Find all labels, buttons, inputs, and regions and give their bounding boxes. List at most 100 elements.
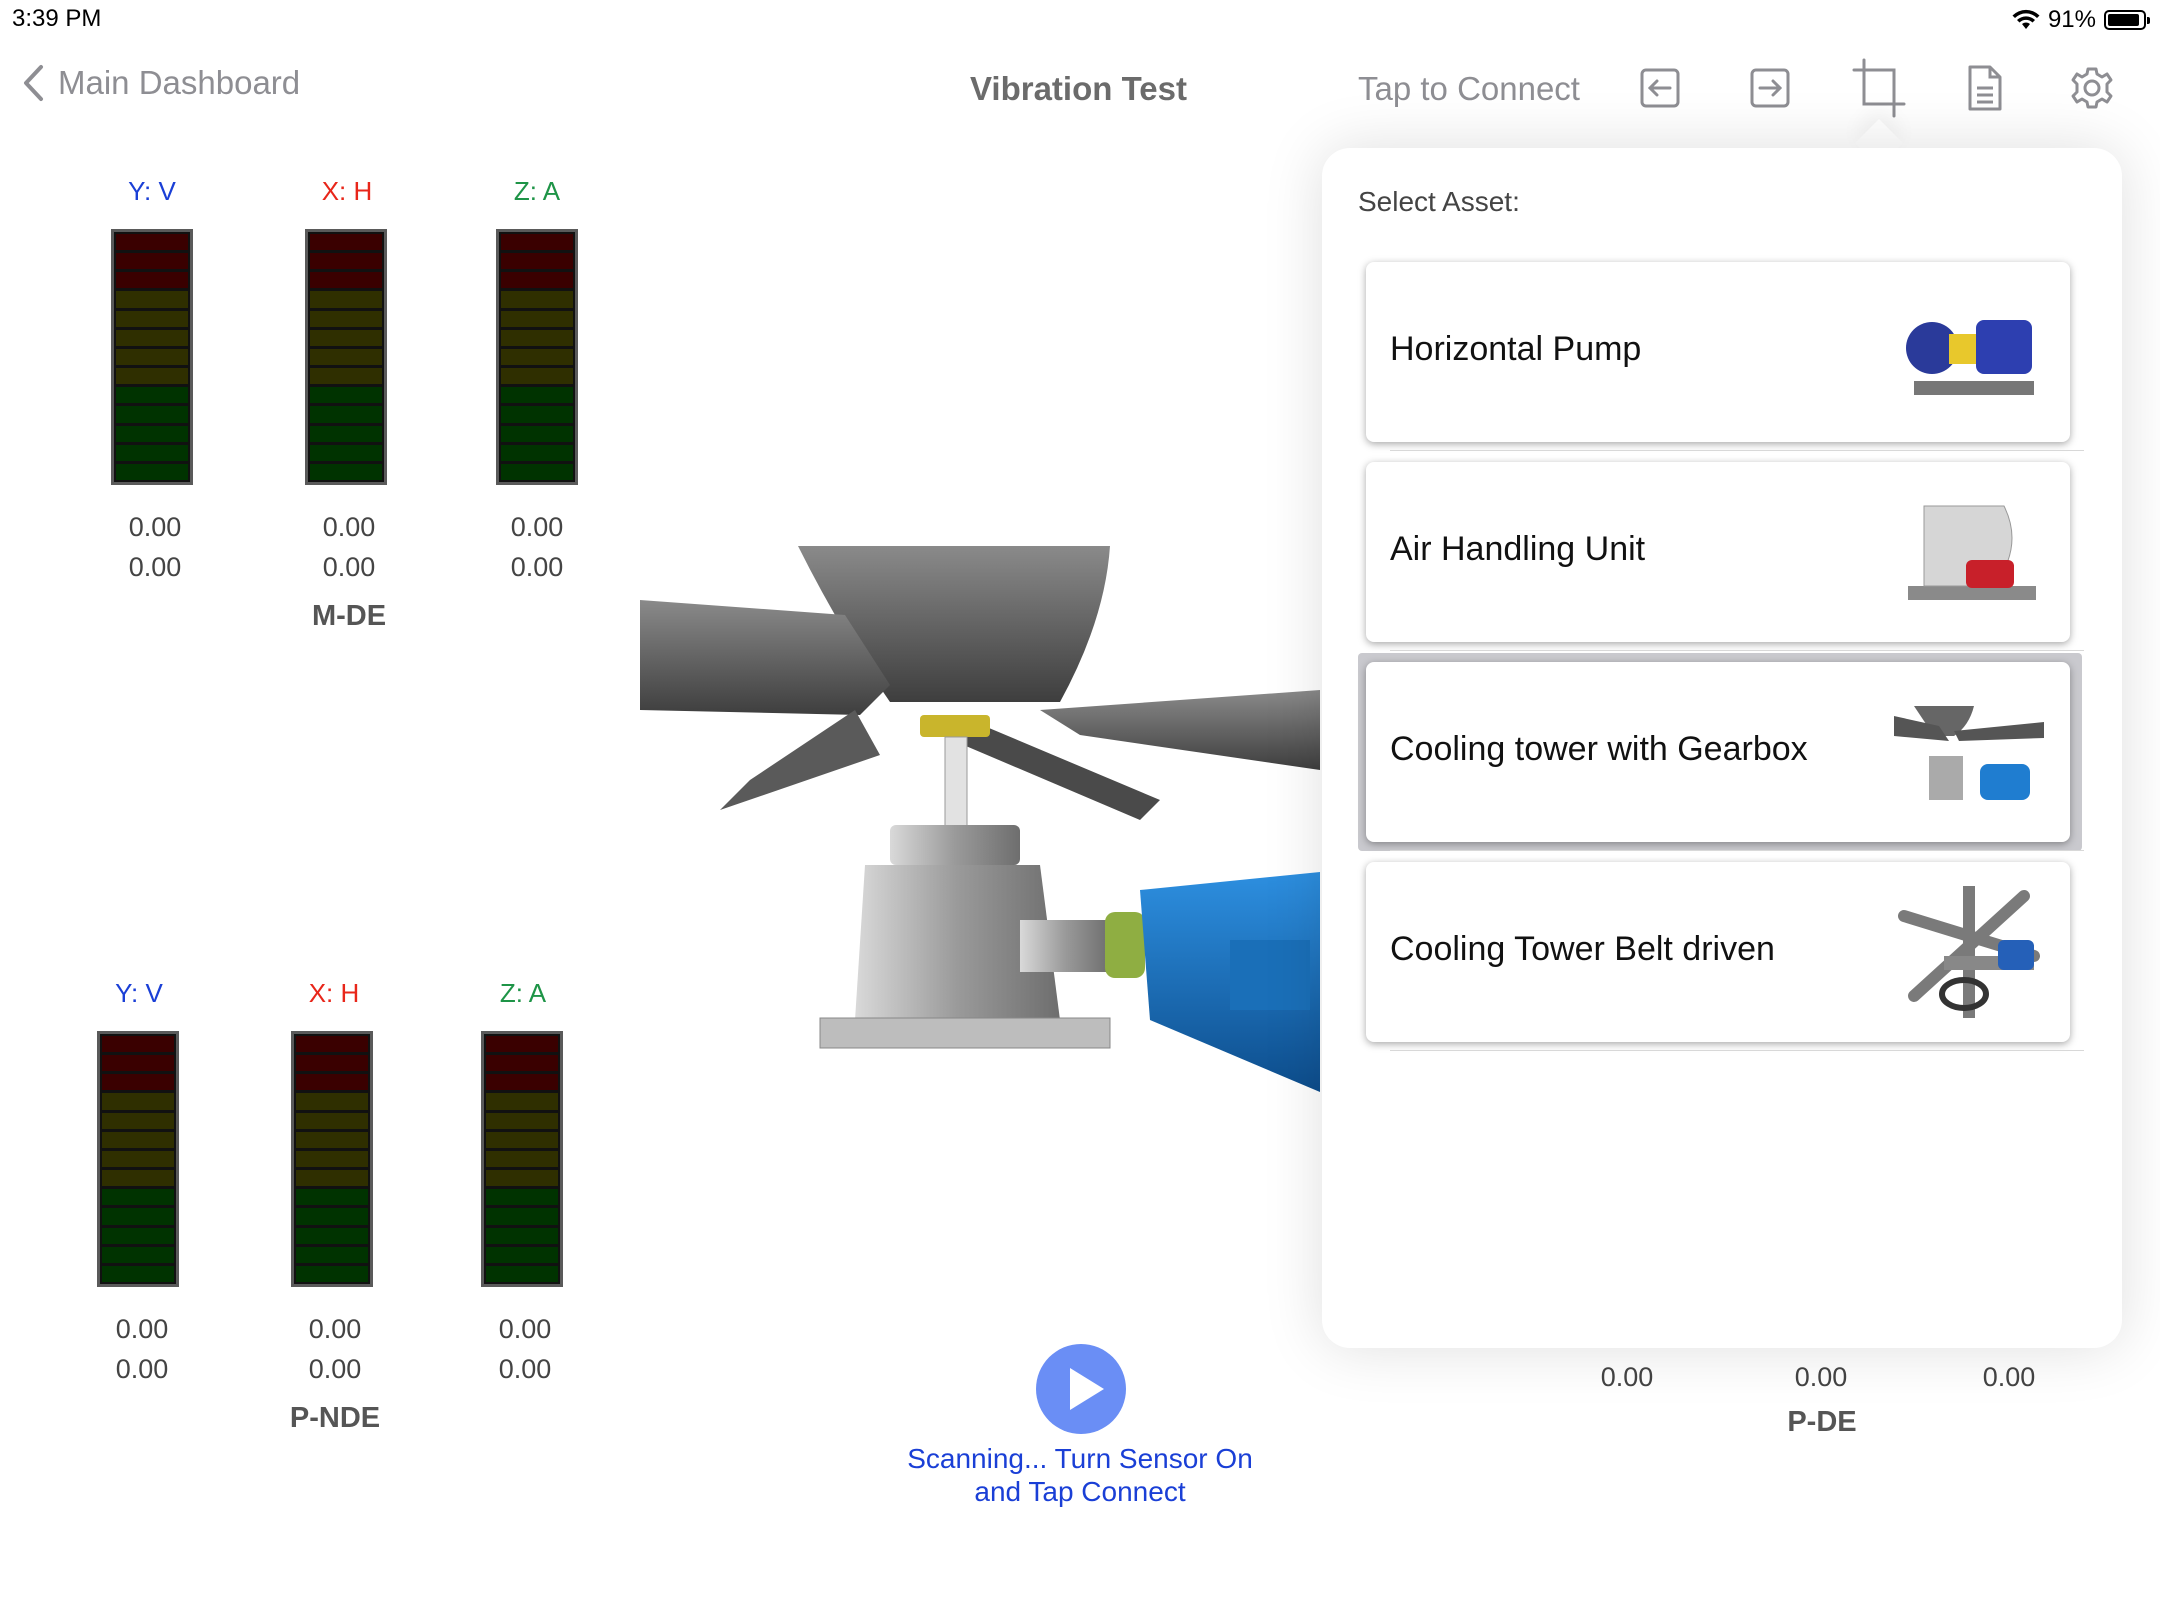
axis-label-z: Z: A [499,978,547,1008]
meter-segment [102,1246,174,1263]
cooling-tower-gearbox-model[interactable] [640,520,1320,1160]
meter-segment [102,1093,174,1110]
meter-segment [102,1265,174,1283]
meter-segment [310,272,382,289]
meter-segment [310,425,382,442]
meter-segment [296,1074,368,1091]
reading-y-2: 0.00 [115,1354,169,1384]
meter-segment [116,406,188,423]
meter-segment [501,368,573,385]
separator [1390,450,2084,451]
separator [1390,650,2084,651]
air-handling-unit-icon [1908,505,2036,600]
meter-segment [296,1265,368,1283]
meter-segment [116,234,188,251]
scanning-status: Scanning... Turn Sensor On and Tap Conne… [860,1442,1300,1508]
tap-to-connect-button[interactable]: Tap to Connect [1358,70,1580,108]
meter-segment [296,1208,368,1225]
import-icon[interactable] [1636,64,1684,112]
export-icon[interactable] [1746,64,1794,112]
asset-name: Air Handling Unit [1390,530,1646,568]
meter-segment [296,1227,368,1244]
meter-segment [310,368,382,385]
wifi-icon [2012,9,2040,29]
location-label-p-de: P-DE [1787,1406,1857,1438]
document-icon[interactable] [1960,64,2008,112]
meter-segment [501,348,573,366]
back-label: Main Dashboard [58,64,301,101]
meter-segment [296,1055,368,1072]
meter-x [305,229,387,485]
meter-segment [102,1074,174,1091]
reading-x-2: 0.00 [322,552,376,582]
meter-segment [296,1093,368,1110]
reading-z-1: 0.00 [510,512,564,542]
meter-segment [116,463,188,481]
battery-icon [2104,10,2150,30]
popover-title: Select Asset: [1358,186,1520,217]
crop-icon[interactable] [1852,58,1906,118]
reading-z-2: 0.00 [498,1354,552,1384]
meter-segment [501,272,573,289]
axis-label-z: Z: A [513,176,561,206]
meter-segment [296,1246,368,1263]
meter-segment [486,1265,558,1283]
start-scan-button[interactable] [1036,1344,1126,1434]
asset-name: Cooling tower with Gearbox [1390,730,1808,768]
status-time: 3:39 PM [12,5,102,32]
meter-segment [486,1227,558,1244]
separator [1390,1050,2084,1051]
meter-segment [486,1055,558,1072]
meter-segment [486,1208,558,1225]
meter-segment [102,1189,174,1206]
meter-segment [501,329,573,346]
reading-z-1: 0.00 [498,1314,552,1344]
meter-segment [501,234,573,251]
reading-z-2: 0.00 [510,552,564,582]
meter-segment [486,1036,558,1053]
meter-segment [486,1246,558,1263]
reading-p-de-x: 0.00 [1794,1362,1848,1392]
asset-card-cooling-tower-belt[interactable]: Cooling Tower Belt driven [1366,862,2070,1042]
meter-segment [310,406,382,423]
asset-card-air-handling-unit[interactable]: Air Handling Unit [1366,462,2070,642]
back-button[interactable]: Main Dashboard [22,64,300,102]
meter-segment [102,1112,174,1129]
gear-icon[interactable] [2068,64,2116,112]
asset-name: Horizontal Pump [1390,330,1642,368]
asset-card-cooling-tower-gearbox[interactable]: Cooling tower with Gearbox [1366,662,2070,842]
meter-segment [116,272,188,289]
reading-x-2: 0.00 [308,1354,362,1384]
meter-segment [296,1036,368,1053]
meter-y [111,229,193,485]
meter-segment [486,1093,558,1110]
asset-card-horizontal-pump[interactable]: Horizontal Pump [1366,262,2070,442]
reading-p-de-y: 0.00 [1600,1362,1654,1392]
meter-segment [296,1112,368,1129]
axis-label-y: Y: V [128,176,176,206]
meter-segment [102,1227,174,1244]
meter-y [97,1031,179,1287]
reading-y-2: 0.00 [128,552,182,582]
meter-segment [116,348,188,366]
meter-segment [116,329,188,346]
meter-segment [116,387,188,404]
meter-segment [116,425,188,442]
meter-segment [501,463,573,481]
meter-segment [310,329,382,346]
meter-segment [310,348,382,366]
meter-segment [310,463,382,481]
meter-segment [310,387,382,404]
meter-segment [116,368,188,385]
meter-segment [296,1150,368,1168]
reading-y-1: 0.00 [128,512,182,542]
meter-segment [102,1055,174,1072]
meter-segment [486,1150,558,1168]
meter-segment [486,1189,558,1206]
axis-label-y: Y: V [115,978,163,1008]
meter-x [291,1031,373,1287]
reading-x-1: 0.00 [322,512,376,542]
location-label-p-nde: P-NDE [289,1402,381,1434]
reading-p-de-z: 0.00 [1982,1362,2036,1392]
meter-segment [486,1170,558,1187]
